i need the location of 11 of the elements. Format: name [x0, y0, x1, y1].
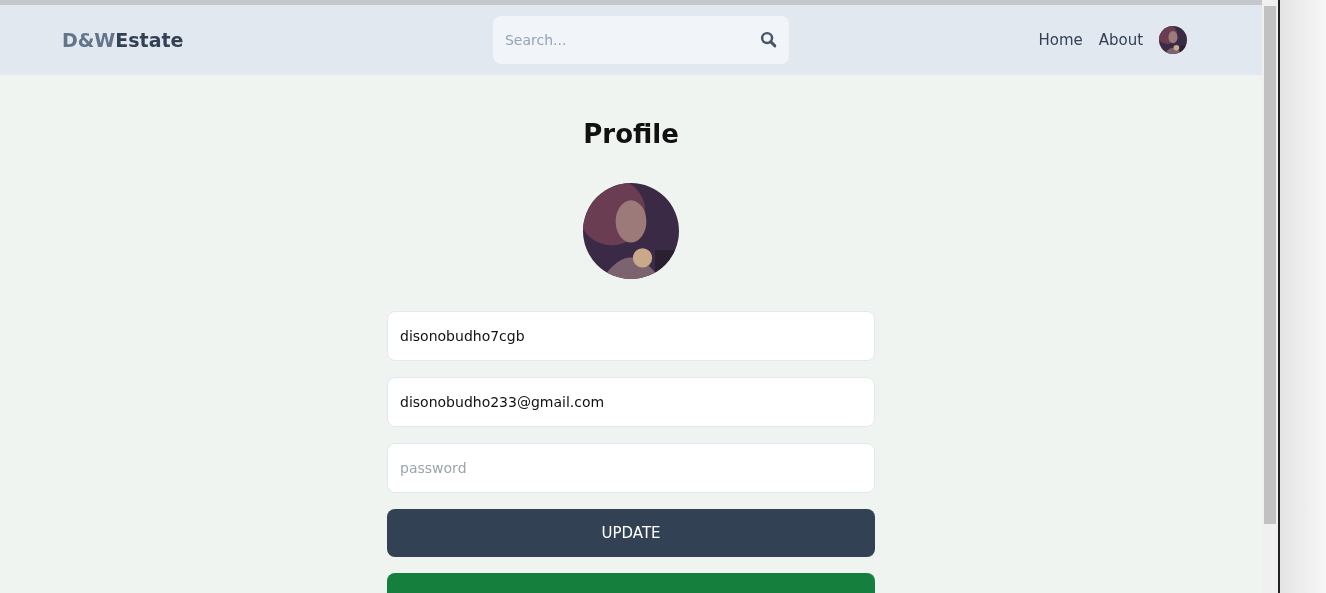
- search-icon: [759, 31, 777, 48]
- input-field[interactable]: disonobudho7cgb: [387, 311, 876, 361]
- input-field[interactable]: password: [387, 443, 876, 493]
- search-field[interactable]: Search...: [492, 16, 789, 64]
- update-button[interactable]: UPDATE: [387, 509, 876, 557]
- brand-name: D&W: [62, 29, 116, 51]
- brand-name: Estate: [115, 29, 184, 51]
- page-title: Profile: [583, 119, 679, 149]
- input-field[interactable]: disonobudho233@gmail.com: [387, 377, 876, 427]
- nav-link[interactable]: Home: [1038, 31, 1083, 49]
- nav-link[interactable]: About: [1098, 31, 1144, 49]
